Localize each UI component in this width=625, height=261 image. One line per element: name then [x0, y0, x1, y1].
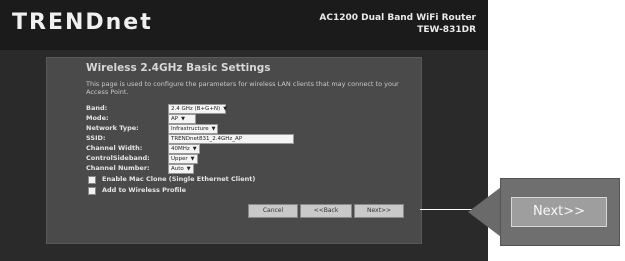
page-description: This page is used to configure the param…: [86, 80, 399, 96]
callout-next-button: Next>>: [511, 197, 607, 227]
chevron-down-icon: ▼: [186, 166, 191, 172]
chevron-down-icon: ▼: [211, 126, 216, 132]
add-profile-checkbox[interactable]: [88, 187, 96, 195]
product-info: AC1200 Dual Band WiFi Router TEW-831DR: [319, 12, 476, 36]
chevron-down-icon: ▼: [223, 106, 228, 112]
product-line: AC1200 Dual Band WiFi Router: [319, 13, 476, 23]
channel-number-select[interactable]: Auto ▼: [168, 164, 194, 174]
chevron-down-icon: ▼: [181, 116, 185, 122]
trendnet-logo: TRENDnet: [12, 10, 153, 35]
channel-width-label: Channel Width:: [86, 144, 143, 152]
control-sideband-select[interactable]: Upper ▼: [168, 154, 198, 164]
router-frame: TRENDnet AC1200 Dual Band WiFi Router TE…: [0, 0, 488, 261]
header: TRENDnet AC1200 Dual Band WiFi Router TE…: [0, 0, 488, 50]
channel-width-select[interactable]: 40MHz ▼: [168, 144, 200, 154]
network-type-select[interactable]: Infrastructure ▼: [168, 124, 218, 134]
band-select[interactable]: 2.4 GHz (B+G+N) ▼: [168, 104, 228, 114]
mac-clone-checkbox[interactable]: [88, 176, 96, 184]
model-number: TEW-831DR: [417, 25, 476, 35]
mode-select[interactable]: AP ▼: [168, 114, 196, 124]
mac-clone-label: Enable Mac Clone (Single Ethernet Client…: [102, 175, 256, 183]
band-label: Band:: [86, 104, 108, 112]
back-button[interactable]: <<Back: [300, 204, 352, 218]
chevron-down-icon: ▼: [192, 146, 197, 152]
channel-number-label: Channel Number:: [86, 164, 150, 172]
add-profile-label: Add to Wireless Profile: [102, 186, 186, 194]
ssid-label: SSID:: [86, 134, 106, 142]
ssid-input[interactable]: TRENDnet831_2.4GHz_AP: [168, 134, 294, 144]
control-sideband-label: ControlSideband:: [86, 154, 150, 162]
chevron-down-icon: ▼: [190, 156, 195, 162]
cancel-button[interactable]: Cancel: [248, 204, 298, 218]
page-title: Wireless 2.4GHz Basic Settings: [86, 62, 271, 74]
next-button[interactable]: Next>>: [354, 204, 404, 218]
network-type-label: Network Type:: [86, 124, 139, 132]
mode-label: Mode:: [86, 114, 109, 122]
